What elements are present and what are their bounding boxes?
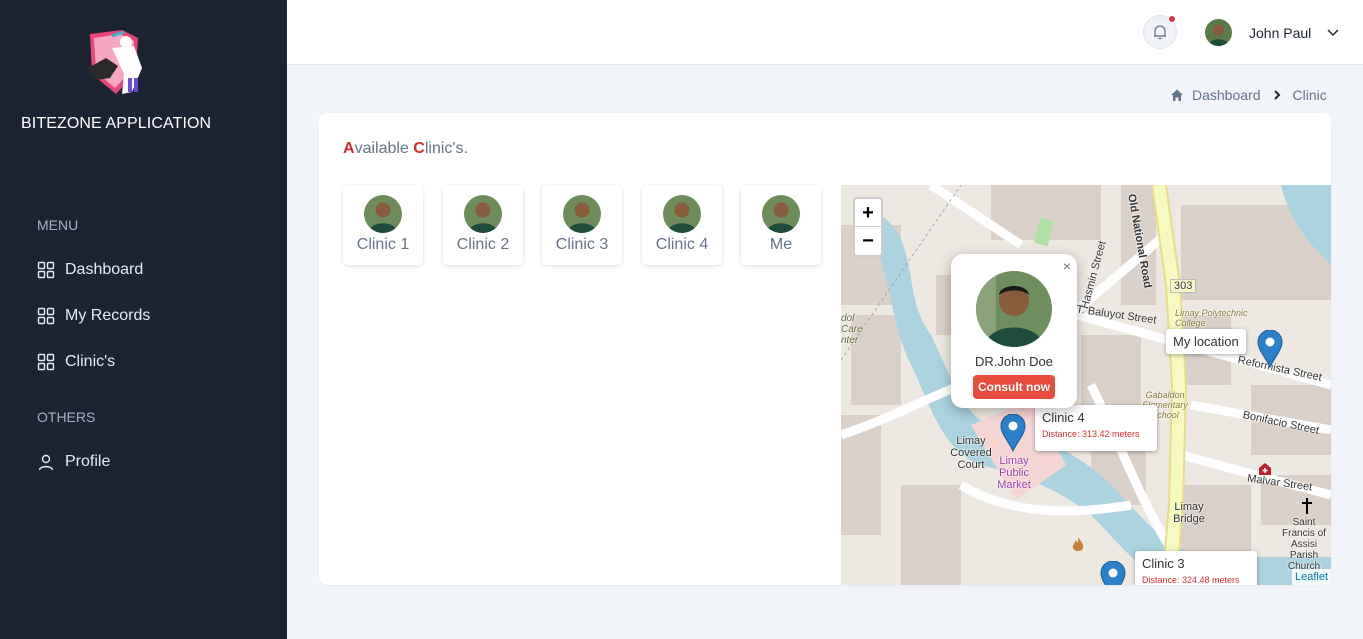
clinic-label: Clinic 4	[655, 236, 709, 253]
user-name[interactable]: John Paul	[1249, 25, 1311, 41]
page-title: Available Clinic's.	[343, 140, 468, 158]
bitezone-logo	[88, 30, 142, 94]
sidebar-item-label: My Records	[65, 307, 151, 324]
sidebar-item-label: Dashboard	[65, 261, 144, 278]
leaflet-attribution[interactable]: Leaflet	[1291, 569, 1331, 585]
map-label-market: Limay Public Market	[997, 455, 1031, 491]
title-text: linic's.	[424, 140, 468, 157]
clinic-label: Me	[769, 236, 793, 253]
zoom-in-button[interactable]: +	[855, 199, 881, 227]
doctor-avatar	[976, 271, 1052, 347]
my-location-tooltip: My location	[1166, 329, 1246, 354]
clinic-tile-3[interactable]: Clinic 3	[542, 185, 622, 265]
map-label-bridge: Limay Bridge	[1173, 501, 1205, 525]
map-label-covered-court: Limay Covered Court	[950, 435, 992, 471]
tooltip-distance: Distance: 324.48 meters	[1142, 575, 1240, 585]
bell-icon	[1154, 25, 1166, 40]
sidebar: BITEZONE APPLICATION MENU Dashboard My R…	[0, 0, 287, 639]
map-marker-my-location[interactable]	[1257, 330, 1283, 368]
sidebar-item-dashboard[interactable]: Dashboard	[37, 261, 143, 279]
breadcrumb-current: Clinic	[1292, 87, 1327, 103]
user-avatar[interactable]	[1205, 19, 1232, 46]
clinic-avatar	[464, 195, 502, 233]
title-accent-letter: C	[413, 140, 425, 157]
clinics-card: Available Clinic's. Clinic 1 Clinic 2 Cl…	[319, 113, 1331, 585]
sidebar-item-my-records[interactable]: My Records	[37, 307, 150, 325]
grid-icon	[37, 353, 55, 371]
doctor-name: DR.John Doe	[974, 354, 1054, 369]
grid-icon	[37, 307, 55, 325]
clinic-tile-me[interactable]: Me	[741, 185, 821, 265]
clinic-tile-2[interactable]: Clinic 2	[443, 185, 523, 265]
map-marker-clinic-3[interactable]	[1100, 561, 1126, 585]
tooltip-title: Clinic 4	[1042, 410, 1085, 425]
doctor-popup: × DR.John Doe Consult now	[951, 254, 1077, 408]
chevron-right-icon	[1273, 90, 1280, 100]
map-tiles	[841, 185, 1331, 585]
clinic-avatar	[762, 195, 800, 233]
sidebar-item-clinics[interactable]: Clinic's	[37, 353, 115, 371]
map-label-care: dol Care nter	[841, 313, 863, 346]
map-label-church: Saint Francis of Assisi Parish Church	[1282, 517, 1326, 572]
fire-icon	[1072, 537, 1084, 551]
breadcrumb: Dashboard Clinic	[1170, 87, 1327, 103]
popup-close-button[interactable]: ×	[1063, 258, 1071, 274]
tooltip-distance: Distance: 313.42 meters	[1042, 429, 1140, 439]
title-accent-letter: A	[343, 140, 355, 157]
top-header: John Paul	[287, 0, 1363, 65]
clinic-label: Clinic 2	[456, 236, 510, 253]
map-label-polytechnic: Limay Polytechnic College	[1175, 308, 1248, 328]
clinic-tile-4[interactable]: Clinic 4	[642, 185, 722, 265]
home-icon	[1171, 89, 1183, 101]
clinic-avatar	[563, 195, 601, 233]
tooltip-title: Clinic 3	[1142, 556, 1185, 571]
map-zoom-control: + −	[853, 197, 883, 257]
clinic-label: Clinic 3	[555, 236, 609, 253]
chevron-down-icon[interactable]	[1326, 25, 1340, 39]
notification-dot	[1168, 15, 1176, 23]
consult-now-button[interactable]: Consult now	[973, 375, 1055, 399]
map-marker-clinic-4[interactable]	[1000, 414, 1026, 452]
clinic-label: Clinic 1	[356, 236, 410, 253]
hospital-icon	[1259, 463, 1271, 475]
sidebar-item-profile[interactable]: Profile	[37, 453, 110, 471]
church-icon	[1302, 498, 1312, 514]
map-label-route: 303	[1170, 279, 1197, 293]
clinic-avatar	[364, 195, 402, 233]
others-section-label: OTHERS	[37, 409, 96, 425]
menu-section-label: MENU	[37, 217, 79, 233]
clinic-map[interactable]: Old National Road 303 Hasmin Street T. B…	[841, 185, 1331, 585]
sidebar-item-label: Profile	[65, 453, 111, 470]
tooltip-title: My location	[1173, 334, 1239, 349]
notification-button[interactable]	[1143, 15, 1177, 49]
clinic-tile-1[interactable]: Clinic 1	[343, 185, 423, 265]
zoom-out-button[interactable]: −	[855, 227, 881, 255]
breadcrumb-home-link[interactable]: Dashboard	[1192, 87, 1261, 103]
clinic-3-tooltip: Clinic 3 Distance: 324.48 meters	[1135, 551, 1257, 585]
grid-icon	[37, 261, 55, 279]
clinic-avatar	[663, 195, 701, 233]
app-brand: BITEZONE APPLICATION	[21, 115, 212, 132]
title-text: vailable	[354, 140, 414, 157]
clinic-4-tooltip: Clinic 4 Distance: 313.42 meters	[1035, 405, 1157, 451]
user-icon	[38, 454, 54, 471]
sidebar-item-label: Clinic's	[65, 353, 116, 370]
